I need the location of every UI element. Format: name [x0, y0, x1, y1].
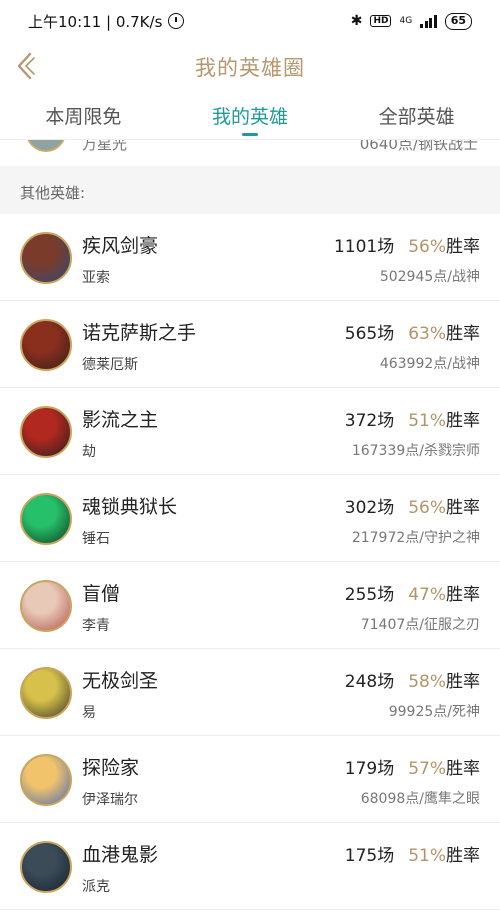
hero-stats: 302场 56%胜率 — [345, 493, 480, 518]
games-count: 179场 — [344, 759, 395, 779]
hero-name: 诺克萨斯之手 — [82, 322, 197, 344]
hero-name: 影流之主 — [82, 409, 159, 431]
win-rate: 58% — [408, 672, 446, 692]
win-rate: 51% — [408, 846, 446, 866]
avatar — [20, 841, 72, 893]
hero-title: 劫 — [82, 444, 96, 460]
hero-score: 99925点/死神 — [388, 704, 480, 720]
hero-list: 疾风剑豪 亚索 1101场 56%胜率 502945点/战神 诺克萨斯之手 德莱厄… — [0, 214, 500, 910]
list-item[interactable]: 盲僧 李青 255场 47%胜率 71407点/征服之刃 — [0, 562, 500, 649]
signal-icon — [420, 14, 437, 28]
games-count: 255场 — [344, 585, 395, 605]
list-item[interactable]: 影流之主 劫 372场 51%胜率 167339点/杀戮宗师 — [0, 388, 500, 475]
hero-name: 血港鬼影 — [82, 844, 159, 866]
win-rate: 51% — [408, 411, 446, 431]
list-item[interactable]: 探险家 伊泽瑞尔 179场 57%胜率 68098点/鹰隼之眼 — [0, 736, 500, 823]
win-rate-label: 胜率 — [446, 411, 480, 431]
games-count: 175场 — [344, 846, 395, 866]
hero-name: 魂锁典狱长 — [82, 496, 178, 518]
win-rate: 57% — [408, 759, 446, 779]
hero-stats: 179场 57%胜率 — [345, 754, 480, 779]
list-item[interactable]: 魂锁典狱长 锤石 302场 56%胜率 217972点/守护之神 — [0, 475, 500, 562]
hero-score: 0640点/钢铁战士 — [359, 140, 478, 153]
hero-stats: 175场 51%胜率 — [345, 841, 480, 866]
tab-all-heroes[interactable]: 全部英雄 — [333, 92, 500, 139]
tab-my-heroes[interactable]: 我的英雄 — [167, 92, 334, 139]
hero-score: 68098点/鹰隼之眼 — [360, 791, 480, 807]
games-count: 1101场 — [333, 237, 395, 257]
games-count: 248场 — [344, 672, 395, 692]
hero-title: 易 — [82, 705, 96, 721]
avatar — [20, 493, 72, 545]
list-item[interactable]: 诺克萨斯之手 德莱厄斯 565场 63%胜率 463992点/战神 — [0, 301, 500, 388]
games-count: 565场 — [344, 324, 395, 344]
hero-score: 71407点/征服之刃 — [360, 617, 480, 633]
hero-score: 167339点/杀戮宗师 — [351, 443, 480, 459]
hero-title: 伊泽瑞尔 — [82, 792, 138, 808]
hero-stats: 255场 47%胜率 — [345, 580, 480, 605]
win-rate-label: 胜率 — [446, 846, 480, 866]
list-item[interactable]: 无极剑圣 易 248场 58%胜率 99925点/死神 — [0, 649, 500, 736]
list-item-partial[interactable]: 万星光 0640点/钢铁战士 — [0, 140, 500, 166]
win-rate: 63% — [408, 324, 446, 344]
win-rate-label: 胜率 — [446, 672, 480, 692]
nav-bar: 我的英雄圈 — [0, 42, 500, 92]
avatar — [20, 319, 72, 371]
hero-stats: 248场 58%胜率 — [345, 667, 480, 692]
win-rate-label: 胜率 — [446, 324, 480, 344]
tab-weekly-free[interactable]: 本周限免 — [0, 92, 167, 139]
hero-score: 463992点/战神 — [379, 356, 480, 372]
avatar — [20, 232, 72, 284]
list-item[interactable]: 血港鬼影 派克 175场 51%胜率 — [0, 823, 500, 910]
win-rate-label: 胜率 — [446, 585, 480, 605]
section-label: 其他英雄: — [20, 184, 86, 202]
win-rate: 56% — [408, 237, 446, 257]
network-type: 4G — [399, 16, 413, 26]
avatar — [26, 140, 66, 152]
hero-score: 217972点/守护之神 — [351, 530, 480, 546]
hero-stats: 565场 63%胜率 — [345, 319, 480, 344]
hero-title: 亚索 — [82, 270, 110, 286]
status-time: 上午10:11 | 0.7K/s — [28, 12, 163, 31]
win-rate: 56% — [408, 498, 446, 518]
hero-title: 李青 — [82, 618, 110, 634]
list-item[interactable]: 疾风剑豪 亚索 1101场 56%胜率 502945点/战神 — [0, 214, 500, 301]
back-icon[interactable] — [14, 48, 38, 84]
hero-title: 德莱厄斯 — [82, 357, 138, 373]
hero-stats: 372场 51%胜率 — [345, 406, 480, 431]
win-rate: 47% — [408, 585, 446, 605]
win-rate-label: 胜率 — [446, 759, 480, 779]
alarm-icon — [168, 13, 185, 29]
hero-score: 502945点/战神 — [379, 269, 480, 285]
section-header: 其他英雄: — [0, 170, 500, 214]
games-count: 302场 — [344, 498, 395, 518]
tab-bar: 本周限免 我的英雄 全部英雄 — [0, 92, 500, 140]
hd-icon: HD — [370, 15, 392, 27]
avatar — [20, 406, 72, 458]
avatar — [20, 580, 72, 632]
hero-name: 探险家 — [82, 757, 140, 779]
hero-name: 疾风剑豪 — [82, 235, 159, 257]
battery-indicator: 65 — [444, 12, 472, 30]
avatar — [20, 667, 72, 719]
bluetooth-icon: ✱ — [350, 13, 363, 29]
hero-title: 派克 — [82, 879, 110, 895]
win-rate-label: 胜率 — [446, 498, 480, 518]
hero-name: 万星光 — [82, 140, 128, 153]
hero-name: 盲僧 — [82, 583, 121, 605]
status-bar: 上午10:11 | 0.7K/s ✱ HD 4G 65 — [0, 0, 500, 42]
hero-name: 无极剑圣 — [82, 670, 159, 692]
win-rate-label: 胜率 — [446, 237, 480, 257]
hero-title: 锤石 — [82, 531, 110, 547]
avatar — [20, 754, 72, 806]
hero-stats: 1101场 56%胜率 — [334, 232, 480, 257]
page-title: 我的英雄圈 — [195, 56, 305, 80]
games-count: 372场 — [344, 411, 395, 431]
